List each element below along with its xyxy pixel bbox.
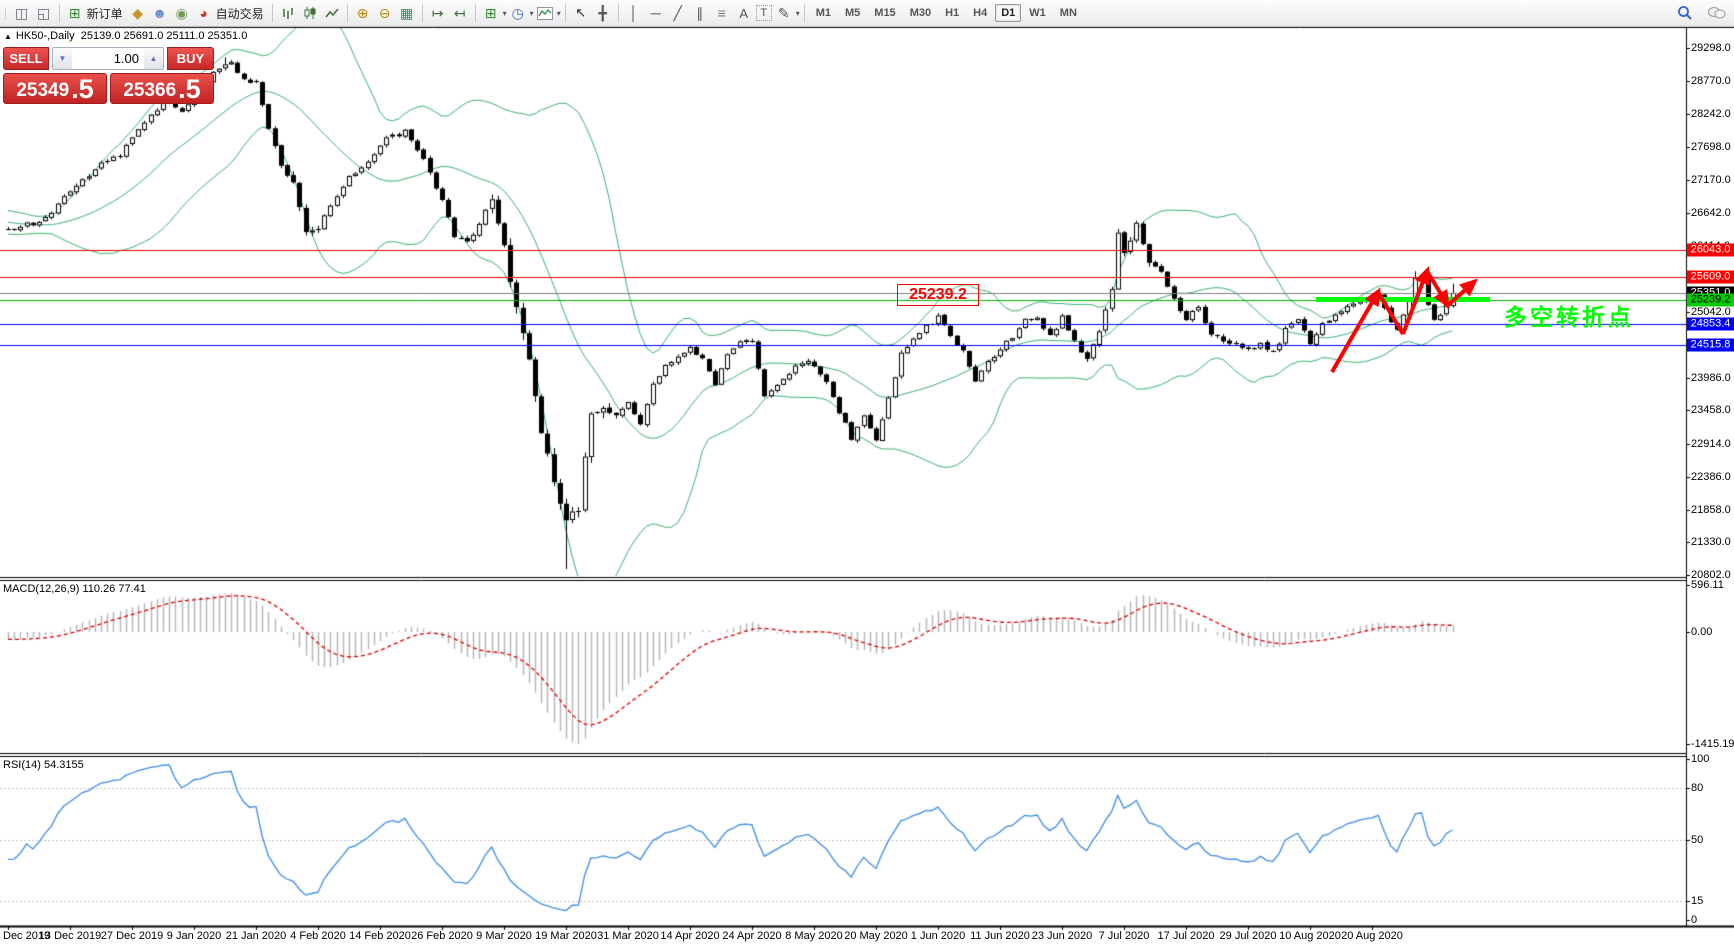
toolbar-separator xyxy=(803,4,805,22)
templates-icon[interactable]: ⊞ xyxy=(481,3,501,23)
horizontal-line-icon[interactable]: ─ xyxy=(646,3,666,23)
zoom-in-icon[interactable]: ⊕ xyxy=(353,3,373,23)
cursor-icon[interactable]: ↖ xyxy=(571,3,591,23)
period-clock-icon[interactable]: ◷ xyxy=(508,3,528,23)
sell-button[interactable]: SELL xyxy=(3,47,49,70)
toolbar-separator xyxy=(58,4,60,22)
zoom-out-icon[interactable]: ⊖ xyxy=(375,3,395,23)
pivot-level-bar[interactable] xyxy=(1316,297,1490,302)
arrows-icon[interactable]: ✎ xyxy=(774,3,794,23)
chart-ohlc-values: 25139.0 25691.0 25111.0 25351.0 xyxy=(80,30,248,42)
sell-price-main: 25349 xyxy=(16,80,70,101)
buy-price-frac: .5 xyxy=(178,74,201,104)
fibonacci-icon[interactable]: ≡ xyxy=(712,3,732,23)
line-chart-icon[interactable] xyxy=(322,3,342,23)
chart-canvas[interactable] xyxy=(0,0,1734,945)
strategy-tester-icon[interactable]: ◱ xyxy=(34,3,54,23)
toolbar-separator xyxy=(271,4,273,22)
macd-label: MACD(12,26,9) 110.26 77.41 xyxy=(3,583,146,595)
buy-button[interactable]: BUY xyxy=(167,47,214,70)
expert-advisors-icon[interactable]: ☻ xyxy=(150,3,170,23)
chart-symbol-period: HK50-,Daily xyxy=(15,30,75,42)
toolbar-separator xyxy=(474,4,476,22)
timeframe-button-m15[interactable]: M15 xyxy=(868,4,901,22)
equidistant-channel-icon[interactable]: ∥ xyxy=(690,3,710,23)
toolbar-separator xyxy=(346,4,348,22)
auto-trading-button[interactable]: 自动交易 xyxy=(216,5,264,22)
mt4-terminal: { "toolbar": { "new_order_label": "新订单",… xyxy=(0,0,1734,945)
toolbar: ┊ ◫ ◱ ⊞ 新订单 ◆ ☻ ◉ ◕ 自动交易 ⊕ ⊖ ▦ ↦ ↤ ⊞ ▾ ◷… xyxy=(0,0,1734,27)
arrows-caret-icon[interactable]: ▾ xyxy=(796,9,800,18)
period-caret-icon[interactable]: ▾ xyxy=(530,9,534,18)
collapse-icon[interactable]: ▲ xyxy=(4,32,12,41)
text-icon[interactable]: A xyxy=(734,3,754,23)
chart-title: ▲ HK50-,Daily 25139.0 25691.0 25111.0 253… xyxy=(4,30,247,42)
indicators-icon[interactable] xyxy=(535,3,555,23)
volume-input[interactable] xyxy=(72,48,144,69)
timeframe-button-mn[interactable]: MN xyxy=(1054,4,1083,22)
new-order-icon[interactable]: ⊞ xyxy=(65,3,85,23)
crosshair-icon[interactable]: ╋ xyxy=(593,3,613,23)
candlestick-chart-icon[interactable] xyxy=(300,3,320,23)
toolbar-separator xyxy=(564,4,566,22)
pivot-price-annotation[interactable]: 25239.2 xyxy=(897,284,979,306)
text-label-icon[interactable]: T xyxy=(755,5,772,21)
tile-windows-icon[interactable]: ▦ xyxy=(397,3,417,23)
volume-stepper: ▼ ▲ xyxy=(52,47,164,70)
timeframe-button-d1[interactable]: D1 xyxy=(995,4,1022,22)
timeframe-button-w1[interactable]: W1 xyxy=(1023,4,1052,22)
volume-up-button[interactable]: ▲ xyxy=(144,48,163,69)
metaeditor-icon[interactable]: ◆ xyxy=(128,3,148,23)
buy-price-main: 25366 xyxy=(123,80,177,101)
timeframe-toolbar: M1 M5 M15 M30 H1 H4 D1 W1 MN xyxy=(809,4,1084,22)
buy-price-button[interactable]: 25366 .5 xyxy=(110,73,214,104)
sell-price-button[interactable]: 25349 .5 xyxy=(3,73,107,104)
chart-window-icon[interactable]: ◫ xyxy=(12,3,32,23)
timeframe-button-m30[interactable]: M30 xyxy=(904,4,937,22)
one-click-trading-panel: SELL ▼ ▲ BUY 25349 .5 25366 .5 xyxy=(3,47,214,104)
timeframe-button-h4[interactable]: H4 xyxy=(967,4,993,22)
search-icon[interactable] xyxy=(1675,3,1695,23)
new-order-button[interactable]: 新订单 xyxy=(87,5,123,22)
timeframe-button-m1[interactable]: M1 xyxy=(810,4,837,22)
timeframe-button-m5[interactable]: M5 xyxy=(839,4,866,22)
bar-chart-icon[interactable] xyxy=(278,3,298,23)
trendline-icon[interactable]: ╱ xyxy=(668,3,688,23)
toolbar-separator xyxy=(421,4,423,22)
timeframe-button-h1[interactable]: H1 xyxy=(939,4,965,22)
rsi-label: RSI(14) 54.3155 xyxy=(3,759,84,771)
templates-caret-icon[interactable]: ▾ xyxy=(503,9,507,18)
sell-price-frac: .5 xyxy=(71,74,94,104)
indicators-caret-icon[interactable]: ▾ xyxy=(557,9,561,18)
auto-scroll-icon[interactable]: ↦ xyxy=(428,3,448,23)
pivot-annotation-text[interactable]: 多空转折点 xyxy=(1504,298,1634,332)
toolbar-drag-handle: ┊ xyxy=(2,7,9,20)
chart-shift-icon[interactable]: ↤ xyxy=(450,3,470,23)
vertical-line-icon[interactable]: │ xyxy=(624,3,644,23)
community-chat-icon[interactable] xyxy=(1707,3,1727,23)
toolbar-separator xyxy=(617,4,619,22)
volume-down-button[interactable]: ▼ xyxy=(53,48,72,69)
news-icon[interactable]: ◉ xyxy=(172,3,192,23)
auto-trading-icon[interactable]: ◕ xyxy=(194,3,214,23)
